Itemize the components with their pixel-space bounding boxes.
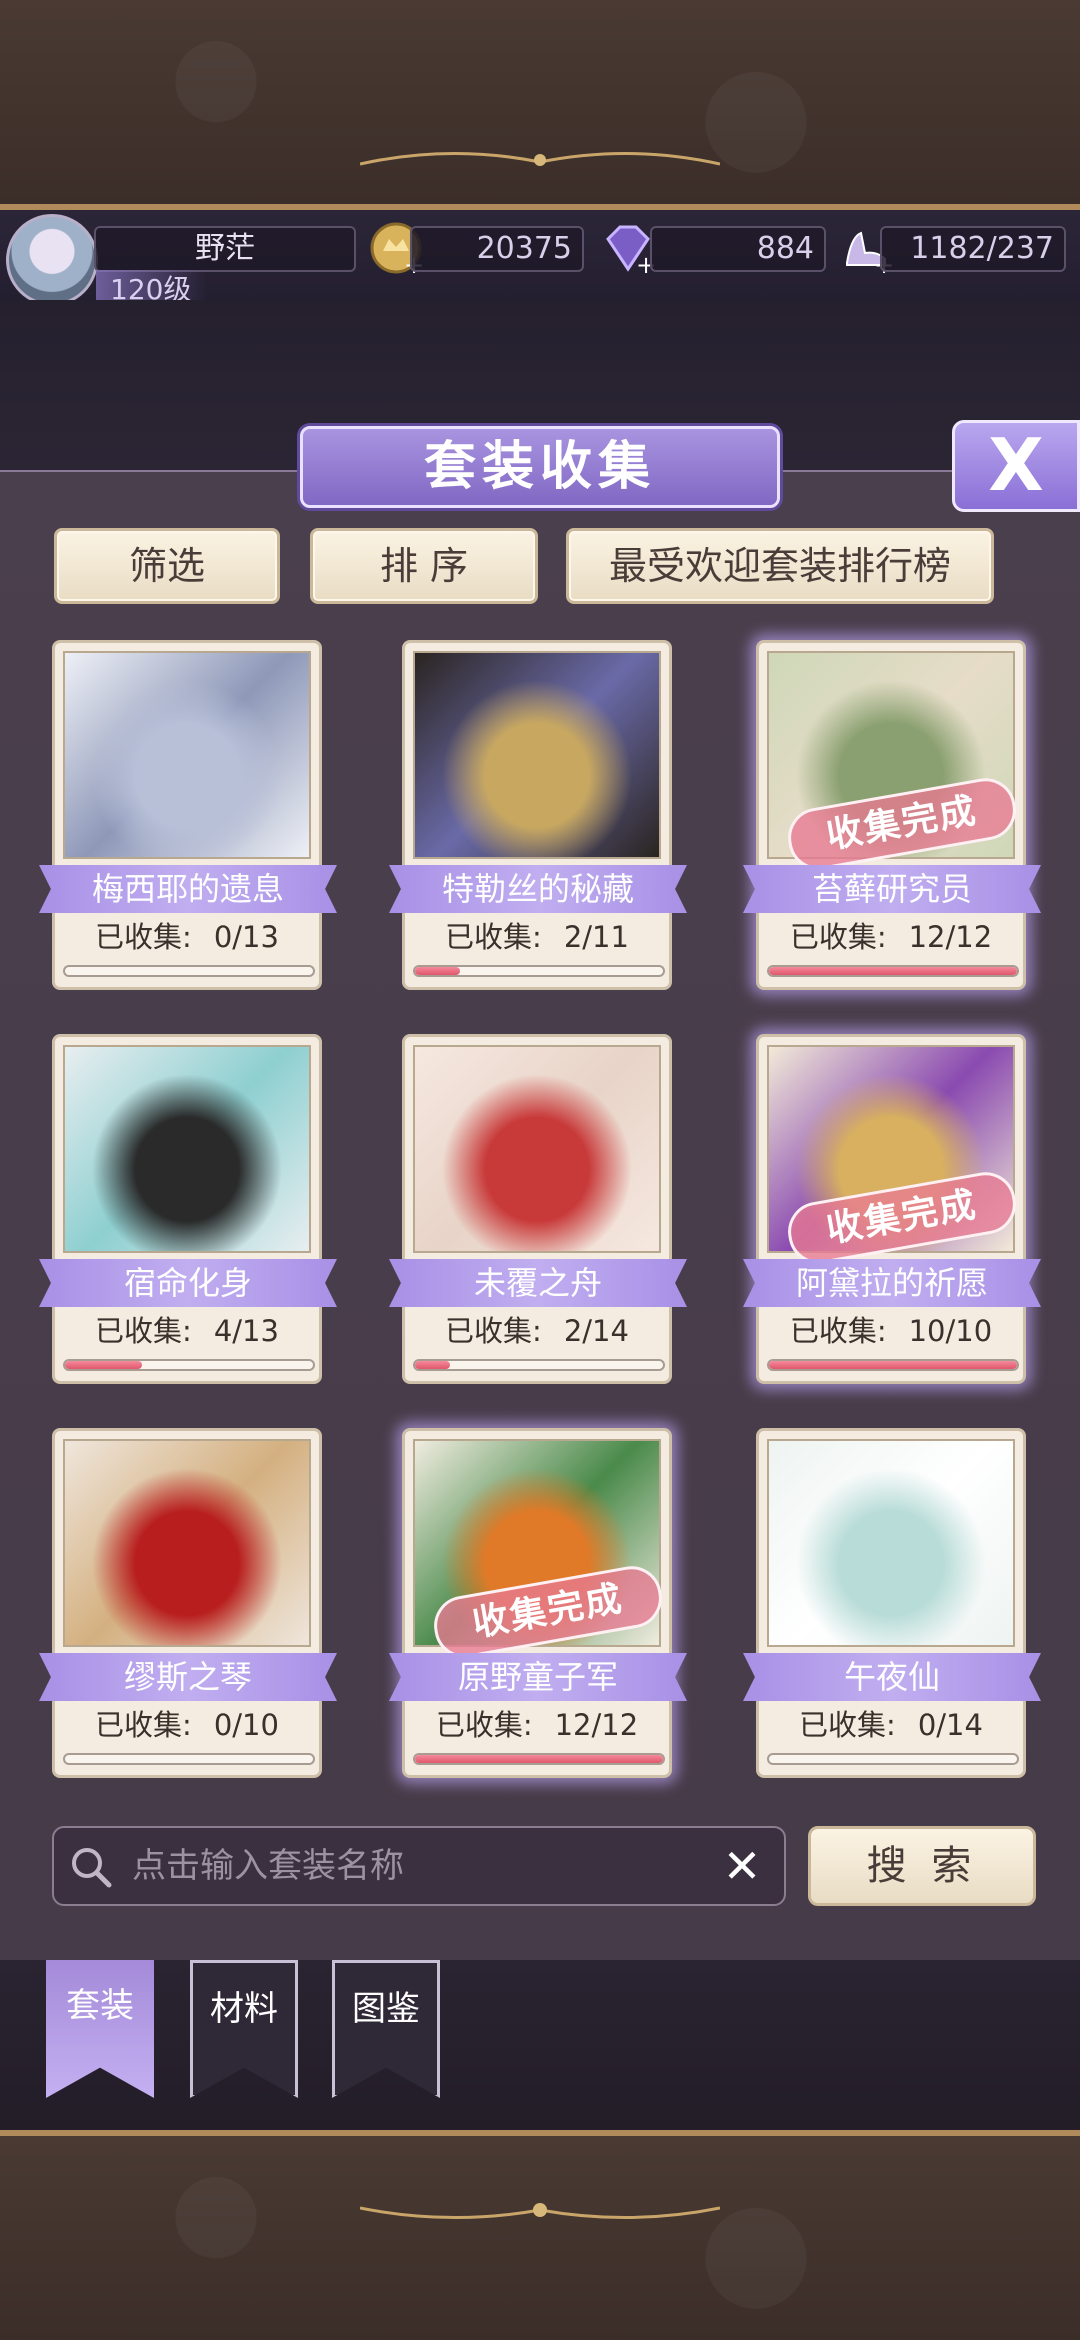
progress-bar-fill — [769, 1361, 1017, 1369]
progress-value: 12/12 — [554, 1708, 639, 1742]
progress-value: 2/11 — [563, 920, 629, 954]
suit-card[interactable]: 收集完成 阿黛拉的祈愿 已收集: 10/10 — [743, 1034, 1041, 1384]
progress-label: 已收集: — [95, 1708, 192, 1742]
progress-value: 10/10 — [908, 1314, 993, 1348]
progress-label: 已收集: — [95, 920, 192, 954]
suit-image — [767, 1439, 1015, 1647]
progress-label: 已收集: — [445, 1314, 542, 1348]
clear-icon[interactable]: ✕ — [714, 1838, 770, 1894]
progress-value: 0/10 — [213, 1708, 279, 1742]
progress-label: 已收集: — [799, 1708, 896, 1742]
progress-bar — [413, 1359, 665, 1371]
coin-count: 20375 — [410, 226, 584, 272]
suit-image — [413, 651, 661, 859]
progress-value: 4/13 — [213, 1314, 279, 1348]
progress-value: 0/14 — [917, 1708, 983, 1742]
suit-name: 苔藓研究员 — [743, 865, 1041, 913]
progress-bar — [413, 965, 665, 977]
progress-text: 已收集: 0/14 — [759, 1707, 1023, 1743]
progress-text: 已收集: 2/14 — [405, 1313, 669, 1349]
diamond-count: 884 — [650, 226, 826, 272]
top-frame — [0, 0, 1080, 210]
sort-button[interactable]: 排 序 — [310, 528, 538, 604]
suit-card[interactable]: 收集完成 原野童子军 已收集: 12/12 — [389, 1428, 687, 1778]
avatar[interactable] — [6, 214, 98, 306]
bottom-frame — [0, 2130, 1080, 2340]
suit-name: 梅西耶的遗息 — [39, 865, 337, 913]
close-button[interactable]: X — [952, 420, 1080, 512]
progress-label: 已收集: — [445, 920, 542, 954]
progress-bar-fill — [415, 967, 460, 975]
suit-name: 宿命化身 — [39, 1259, 337, 1307]
suit-card[interactable]: 宿命化身已收集: 4/13 — [39, 1034, 337, 1384]
suit-card[interactable]: 未覆之舟已收集: 2/14 — [389, 1034, 687, 1384]
progress-text: 已收集: 10/10 — [759, 1313, 1023, 1349]
suit-card[interactable]: 缪斯之琴已收集: 0/10 — [39, 1428, 337, 1778]
suit-card[interactable]: 梅西耶的遗息已收集: 0/13 — [39, 640, 337, 990]
filter-button[interactable]: 筛选 — [54, 528, 280, 604]
tab-strip — [0, 1960, 1080, 2130]
ranking-button[interactable]: 最受欢迎套装排行榜 — [566, 528, 994, 604]
progress-bar-fill — [415, 1361, 450, 1369]
suit-name: 特勒丝的秘藏 — [389, 865, 687, 913]
progress-text: 已收集: 12/12 — [759, 919, 1023, 955]
progress-text: 已收集: 4/13 — [55, 1313, 319, 1349]
progress-bar — [63, 965, 315, 977]
progress-value: 2/14 — [563, 1314, 629, 1348]
suit-card[interactable]: 特勒丝的秘藏已收集: 2/11 — [389, 640, 687, 990]
progress-bar-fill — [415, 1755, 663, 1763]
progress-label: 已收集: — [789, 920, 887, 954]
ornament-icon — [360, 152, 720, 166]
suit-image — [63, 1439, 311, 1647]
panel-title: 套装收集 — [300, 426, 780, 508]
progress-bar-fill — [769, 967, 1017, 975]
progress-bar — [63, 1753, 315, 1765]
progress-value: 0/13 — [213, 920, 279, 954]
suit-name: 原野童子军 — [389, 1653, 687, 1701]
suit-name: 阿黛拉的祈愿 — [743, 1259, 1041, 1307]
progress-text: 已收集: 12/12 — [405, 1707, 669, 1743]
progress-bar — [767, 965, 1019, 977]
search-button[interactable]: 搜 索 — [808, 1826, 1036, 1906]
search-input[interactable]: 点击输入套装名称 ✕ — [52, 1826, 786, 1906]
progress-bar — [767, 1753, 1019, 1765]
ornament-icon — [360, 2203, 720, 2219]
suit-image — [63, 1045, 311, 1253]
progress-bar-fill — [65, 1361, 142, 1369]
progress-label: 已收集: — [95, 1314, 192, 1348]
progress-value: 12/12 — [908, 920, 993, 954]
suit-card[interactable]: 收集完成 苔藓研究员 已收集: 12/12 — [743, 640, 1041, 990]
suit-name: 午夜仙 — [743, 1653, 1041, 1701]
progress-bar — [413, 1753, 665, 1765]
suit-name: 未覆之舟 — [389, 1259, 687, 1307]
player-name: 野茫 — [94, 226, 356, 272]
search-icon — [72, 1848, 112, 1888]
stamina-count: 1182/237 — [880, 226, 1066, 272]
progress-label: 已收集: — [789, 1314, 887, 1348]
progress-text: 已收集: 0/13 — [55, 919, 319, 955]
suit-card[interactable]: 午夜仙已收集: 0/14 — [743, 1428, 1041, 1778]
suit-image — [63, 651, 311, 859]
progress-bar — [63, 1359, 315, 1371]
suit-name: 缪斯之琴 — [39, 1653, 337, 1701]
progress-text: 已收集: 2/11 — [405, 919, 669, 955]
suit-image — [413, 1045, 661, 1253]
progress-bar — [767, 1359, 1019, 1371]
progress-text: 已收集: 0/10 — [55, 1707, 319, 1743]
search-placeholder: 点击输入套装名称 — [132, 1846, 404, 1886]
progress-label: 已收集: — [435, 1708, 533, 1742]
